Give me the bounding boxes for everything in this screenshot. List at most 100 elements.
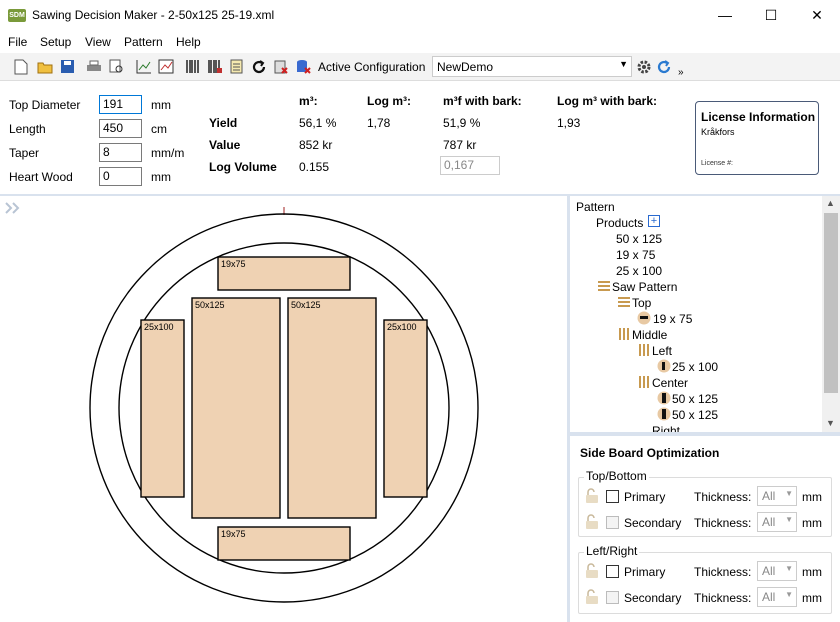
middle-section-icon: [618, 328, 630, 340]
title-bar: SDM Sawing Decision Maker - 2-50x125 25-…: [0, 0, 840, 31]
tree-left[interactable]: Left: [652, 344, 672, 358]
scroll-up-icon[interactable]: ▲: [826, 198, 835, 208]
length-field[interactable]: 450: [99, 119, 142, 138]
configuration-select[interactable]: NewDemo ▼: [432, 56, 632, 77]
thickness-label: Thickness:: [694, 591, 752, 605]
db-icon[interactable]: [294, 58, 311, 75]
yield-label: Yield: [209, 116, 238, 130]
license-information-box: License Information Kråkfors License #:: [695, 101, 819, 175]
saw-pattern-icon: [598, 280, 610, 292]
log-volume-bark-field: 0,167: [440, 156, 500, 175]
primary-label: Primary: [624, 565, 666, 579]
thickness-unit: mm: [802, 516, 822, 530]
unlock-icon[interactable]: [585, 589, 599, 608]
tree-product[interactable]: 19 x 75: [616, 248, 655, 262]
thickness-value: All: [762, 515, 776, 529]
board-label: 19x75: [221, 529, 246, 539]
length-unit: cm: [151, 122, 167, 136]
barcode2-icon[interactable]: [206, 58, 223, 75]
minimize-button[interactable]: —: [702, 0, 748, 31]
refresh-icon[interactable]: [250, 58, 267, 75]
chart2-icon[interactable]: [157, 58, 174, 75]
scroll-thumb[interactable]: [824, 213, 838, 393]
board-center-50x125-left[interactable]: [191, 297, 281, 519]
tree-scrollbar[interactable]: ▲ ▼: [822, 196, 840, 432]
primary-checkbox[interactable]: [606, 490, 619, 503]
thickness-select[interactable]: All ▼: [757, 512, 797, 532]
chevron-down-icon: ▼: [785, 590, 793, 599]
chevron-down-icon: ▼: [785, 489, 793, 498]
board-left-25x100[interactable]: [140, 319, 185, 498]
unlock-icon[interactable]: [585, 563, 599, 582]
taper-field[interactable]: 8: [99, 143, 142, 162]
heart-wood-field[interactable]: 0: [99, 167, 142, 186]
thickness-select[interactable]: All ▼: [757, 561, 797, 581]
expand-panel-icon[interactable]: [5, 202, 20, 214]
thickness-value: All: [762, 564, 776, 578]
primary-label: Primary: [624, 490, 666, 504]
menu-view[interactable]: View: [85, 35, 111, 49]
gear-icon[interactable]: [635, 58, 652, 75]
close-button[interactable]: ✕: [794, 0, 840, 31]
notes-icon[interactable]: [228, 58, 245, 75]
chart-icon[interactable]: [135, 58, 152, 75]
chevron-down-icon: ▼: [785, 515, 793, 524]
license-company: Kråkfors: [701, 127, 735, 137]
thickness-label: Thickness:: [694, 516, 752, 530]
print-icon[interactable]: [85, 58, 102, 75]
tree-right[interactable]: Right: [652, 424, 680, 432]
license-number-label: License #:: [701, 160, 733, 167]
board-label: 25x100: [144, 322, 174, 332]
menu-file[interactable]: File: [8, 35, 27, 49]
barcode-icon[interactable]: [184, 58, 201, 75]
delete-icon[interactable]: [272, 58, 289, 75]
thickness-select[interactable]: All ▼: [757, 486, 797, 506]
unlock-icon[interactable]: [585, 488, 599, 507]
unlock-icon[interactable]: [585, 514, 599, 533]
tree-product[interactable]: 25 x 100: [616, 264, 662, 278]
open-icon[interactable]: [36, 58, 53, 75]
menu-pattern[interactable]: Pattern: [124, 35, 163, 49]
menu-help[interactable]: Help: [176, 35, 201, 49]
tree-product[interactable]: 50 x 125: [616, 232, 662, 246]
toolbar: Active Configuration NewDemo ▼ »: [0, 53, 840, 81]
tree-left-board[interactable]: 25 x 100: [672, 360, 718, 374]
secondary-checkbox[interactable]: [606, 591, 619, 604]
sawing-pattern-canvas[interactable]: 19x75 50x125 50x125 25x100 25x100 19x75: [0, 196, 567, 622]
save-icon[interactable]: [59, 58, 76, 75]
new-icon[interactable]: [12, 58, 29, 75]
tree-center-board[interactable]: 50 x 125: [672, 392, 718, 406]
tree-saw-pattern[interactable]: Saw Pattern: [612, 280, 677, 294]
thickness-unit: mm: [802, 565, 822, 579]
left-section-icon: [638, 344, 650, 356]
tree-top-board[interactable]: 19 x 75: [653, 312, 692, 326]
board-label: 19x75: [221, 259, 246, 269]
sync-icon[interactable]: [655, 58, 672, 75]
chevron-down-icon: ▼: [619, 59, 628, 69]
menu-setup[interactable]: Setup: [40, 35, 71, 49]
top-diameter-field[interactable]: 191: [99, 95, 142, 114]
tree-root[interactable]: Pattern: [576, 200, 615, 214]
window-title: Sawing Decision Maker - 2-50x125 25-19.x…: [32, 8, 275, 22]
board-right-25x100[interactable]: [383, 319, 428, 498]
taper-label: Taper: [9, 146, 40, 160]
tree-middle[interactable]: Middle: [632, 328, 667, 342]
secondary-label: Secondary: [624, 591, 682, 605]
maximize-button[interactable]: ☐: [748, 0, 794, 31]
tree-top[interactable]: Top: [632, 296, 651, 310]
board-label: 50x125: [291, 300, 321, 310]
primary-checkbox[interactable]: [606, 565, 619, 578]
add-product-icon[interactable]: +: [648, 215, 660, 227]
toolbar-overflow-icon[interactable]: »: [678, 67, 684, 78]
log-m3-bark-header: Log m³ with bark:: [557, 94, 657, 108]
secondary-checkbox[interactable]: [606, 516, 619, 529]
scroll-down-icon[interactable]: ▼: [826, 418, 835, 428]
tree-products[interactable]: Products: [596, 216, 643, 230]
thickness-select[interactable]: All ▼: [757, 587, 797, 607]
print-preview-icon[interactable]: [108, 58, 125, 75]
tree-center[interactable]: Center: [652, 376, 688, 390]
board-center-50x125-right[interactable]: [287, 297, 377, 519]
board-icon: [657, 391, 671, 405]
tree-center-board[interactable]: 50 x 125: [672, 408, 718, 422]
side-board-optimization-panel: Side Board Optimization Top/Bottom Prima…: [570, 436, 840, 622]
